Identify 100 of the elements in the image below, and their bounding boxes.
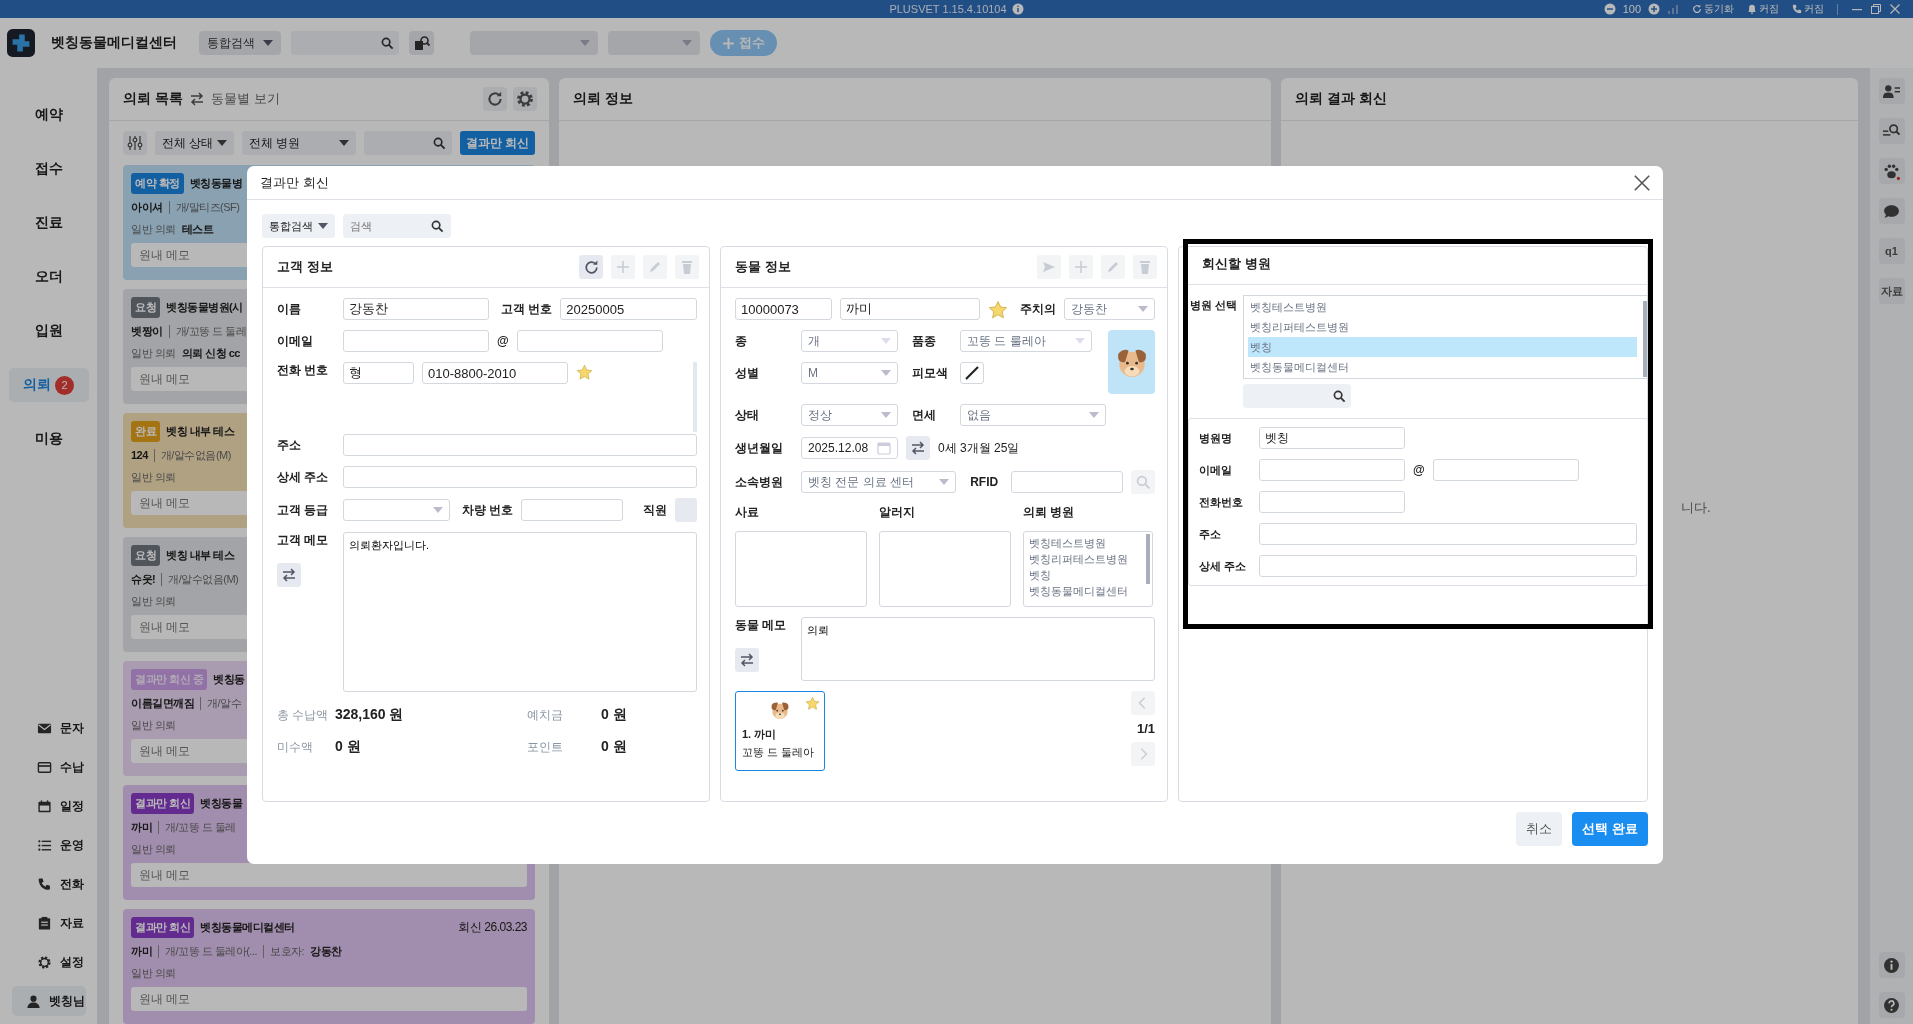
user-button[interactable]: 벳칭님: [11, 986, 86, 1016]
sex-dropdown[interactable]: M: [801, 362, 898, 385]
search-field[interactable]: [291, 31, 399, 55]
hospital-option[interactable]: 벳칭테스트병원: [1248, 297, 1637, 318]
zoom-out-icon[interactable]: [1603, 3, 1616, 15]
pet-card[interactable]: 1. 까미 꼬똥 드 둘레아: [735, 691, 825, 772]
swap-button[interactable]: [735, 648, 759, 673]
next-button[interactable]: [1131, 742, 1155, 767]
nav-tool[interactable]: 문자: [12, 713, 85, 743]
swap-button[interactable]: [277, 563, 301, 588]
swap-button[interactable]: [906, 436, 930, 461]
confirm-button[interactable]: 선택 완료: [1572, 812, 1648, 847]
swap-icon[interactable]: [188, 91, 205, 107]
nav-tool[interactable]: 수납: [12, 752, 85, 782]
hospital-list[interactable]: 벳칭테스트병원 벳칭리퍼테스트병원 벳칭 벳칭동물메디컬센터: [1243, 295, 1648, 380]
email-field[interactable]: [1259, 459, 1405, 482]
hospital-option[interactable]: 벳칭테스트병원: [1029, 536, 1141, 552]
address-field[interactable]: [1259, 523, 1637, 546]
feed-list[interactable]: [735, 531, 867, 608]
filter-dropdown[interactable]: 전체 병원: [242, 131, 356, 155]
nav-tool[interactable]: 일정: [12, 791, 85, 821]
email-domain-field[interactable]: [1432, 459, 1579, 482]
hospital-option[interactable]: 벳칭: [1248, 337, 1637, 358]
memo-field[interactable]: 원내 메모: [131, 987, 527, 1011]
delete-button[interactable]: [675, 255, 699, 280]
side-tool-button[interactable]: 자료: [1878, 278, 1905, 304]
nav-item[interactable]: 미용: [8, 422, 89, 456]
nav-item[interactable]: 오더: [8, 260, 89, 294]
hospital-option[interactable]: 벳칭동물메디컬센터: [1029, 584, 1141, 600]
detail-address-field[interactable]: [1259, 555, 1637, 578]
titlebar-action[interactable]: 동기화: [1692, 2, 1734, 16]
previous-button[interactable]: [1131, 691, 1155, 716]
tax-dropdown[interactable]: 없음: [960, 404, 1106, 427]
hospital-option[interactable]: 벳칭리퍼테스트병원: [1029, 552, 1141, 568]
species-dropdown[interactable]: 개: [801, 330, 898, 353]
nav-tool[interactable]: 운영: [12, 830, 85, 860]
hospital-dropdown[interactable]: 벳칭 전문 의료 센터: [801, 471, 957, 494]
side-tool-button[interactable]: [1878, 78, 1905, 104]
filter-button[interactable]: [123, 131, 147, 155]
titlebar-action[interactable]: 커짐: [1792, 2, 1824, 16]
hospital-option[interactable]: 벳칭: [1029, 568, 1141, 584]
phone-field[interactable]: [1259, 491, 1405, 514]
phone-type-field[interactable]: 형: [343, 362, 414, 385]
nav-item[interactable]: 의뢰 2: [8, 368, 89, 402]
patient-search-button[interactable]: [409, 31, 434, 55]
nav-tool[interactable]: 자료: [12, 908, 85, 938]
staff-checkbox[interactable]: [675, 498, 697, 523]
cancel-button[interactable]: 취소: [1516, 812, 1563, 847]
search-field[interactable]: 검색: [343, 214, 451, 239]
help-button[interactable]: [1878, 992, 1905, 1018]
close-icon[interactable]: [1633, 173, 1651, 192]
side-tool-button[interactable]: [1878, 198, 1905, 224]
search-mode-dropdown[interactable]: 통합검색: [262, 214, 335, 239]
search-field[interactable]: [363, 131, 452, 155]
animal-name-field[interactable]: 까미: [840, 298, 980, 321]
restore-icon[interactable]: [1870, 3, 1882, 15]
hospital-option[interactable]: 벳칭동물메디컬센터: [1248, 357, 1637, 378]
nav-item[interactable]: 접수: [8, 152, 89, 186]
search-mode-dropdown[interactable]: 통합검색: [199, 31, 281, 55]
nav-item[interactable]: 입원: [8, 314, 89, 348]
side-tool-button[interactable]: [1878, 158, 1905, 184]
coat-color-button[interactable]: [960, 362, 984, 385]
customer-number-field[interactable]: 20250005: [560, 298, 697, 321]
breed-dropdown[interactable]: 꼬똥 드 룰레아: [960, 330, 1092, 353]
settings-button[interactable]: [513, 87, 537, 111]
birth-date-field[interactable]: 2025.12.08: [801, 437, 898, 460]
memo-field[interactable]: 의뢰환자입니다.: [343, 532, 697, 693]
email-field[interactable]: [343, 330, 489, 353]
reply-only-button[interactable]: 결과만 회신: [459, 131, 535, 155]
detail-address-field[interactable]: [343, 466, 697, 489]
referral-card[interactable]: 결과만 회신 벳칭동물메디컬센터 회신 26.03.23 까미 개/꼬똥 드 둘레아(... 보호자: 강동찬 일반 의뢰 원내 메모: [123, 909, 535, 1024]
zoom-in-icon[interactable]: [1648, 3, 1660, 15]
add-button[interactable]: [611, 255, 635, 280]
edit-button[interactable]: [643, 255, 667, 280]
memo-field[interactable]: 의뢰: [801, 617, 1155, 682]
search-field[interactable]: [1243, 384, 1352, 409]
name-field[interactable]: 강동찬: [343, 298, 489, 321]
star-icon[interactable]: [988, 300, 1008, 321]
nav-item[interactable]: 예약: [8, 98, 89, 132]
hospital-name-field[interactable]: 벳칭: [1259, 427, 1405, 450]
animal-id-field[interactable]: 10000073: [735, 298, 832, 321]
delete-button[interactable]: [1133, 255, 1157, 280]
refresh-button[interactable]: [579, 255, 603, 280]
hospital-option[interactable]: 벳칭리퍼테스트병원: [1248, 317, 1637, 338]
allergy-list[interactable]: [879, 531, 1011, 608]
nav-tool[interactable]: 전화: [12, 869, 85, 899]
dropdown[interactable]: [608, 31, 700, 55]
vet-dropdown[interactable]: 강동찬: [1064, 298, 1155, 321]
memo-field[interactable]: 원내 메모: [131, 863, 527, 887]
refresh-button[interactable]: [483, 87, 507, 111]
info-button[interactable]: [1878, 952, 1905, 978]
nav-item[interactable]: 진료: [8, 206, 89, 240]
search-button[interactable]: [1131, 470, 1155, 495]
edit-button[interactable]: [1101, 255, 1125, 280]
phone-field[interactable]: 010-8800-2010: [422, 362, 568, 385]
grade-dropdown[interactable]: [343, 499, 450, 522]
side-tool-button[interactable]: q1: [1878, 238, 1905, 264]
status-dropdown[interactable]: 정상: [801, 404, 898, 427]
referral-hospital-list[interactable]: 벳칭테스트병원 벳칭리퍼테스트병원 벳칭 벳칭동물메디컬센터: [1023, 531, 1153, 608]
car-number-field[interactable]: [521, 499, 624, 522]
